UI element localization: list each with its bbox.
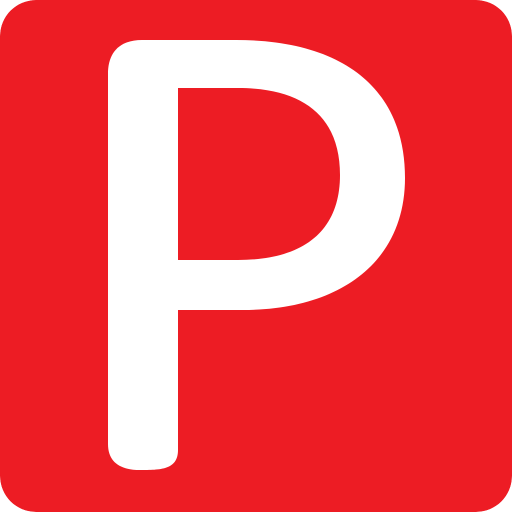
parking-app-icon[interactable] <box>0 0 512 512</box>
parking-icon <box>0 0 512 512</box>
